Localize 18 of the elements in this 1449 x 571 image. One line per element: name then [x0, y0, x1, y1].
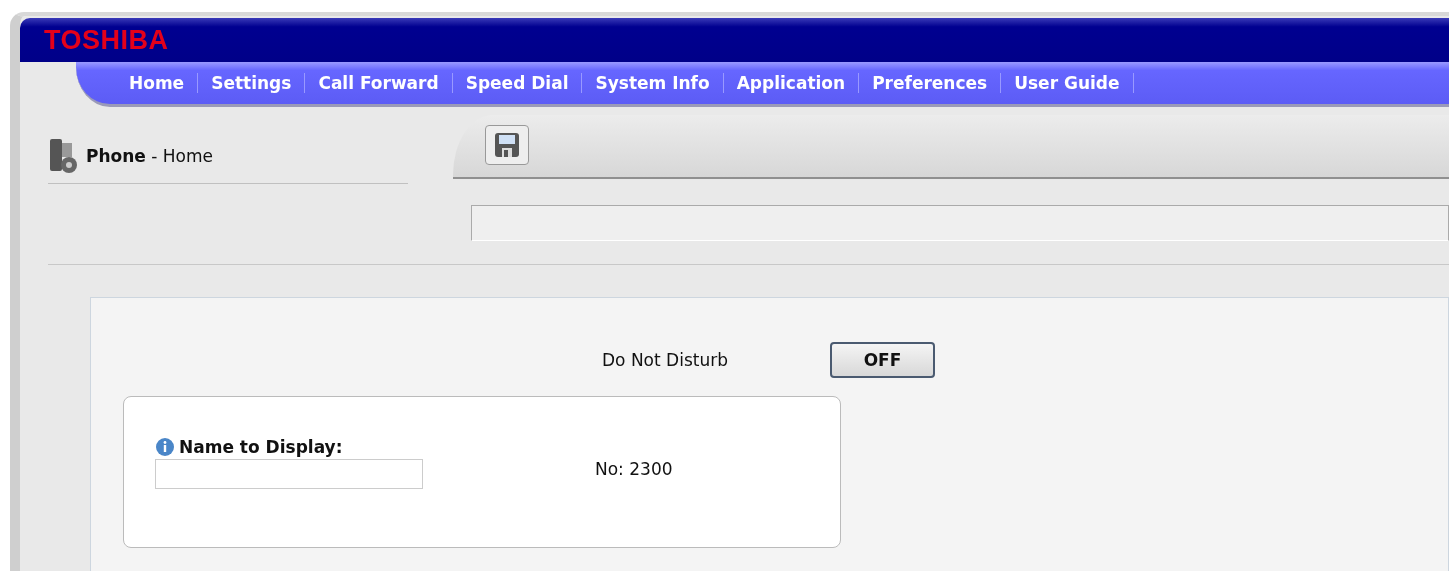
name-input-field[interactable] — [155, 459, 423, 489]
do-not-disturb-button[interactable]: OFF — [830, 342, 935, 378]
name-to-display-label: Name to Display: — [179, 437, 343, 457]
nav-link[interactable]: System Info — [582, 73, 724, 93]
phone-gear-icon — [48, 137, 80, 175]
info-icon — [155, 437, 175, 457]
nav-link[interactable]: Settings — [198, 73, 306, 93]
brand-logo: TOSHIBA — [44, 24, 169, 56]
do-not-disturb-label: Do Not Disturb — [602, 350, 729, 370]
nav-link[interactable]: User Guide — [1001, 73, 1134, 93]
extension-number: No: 2300 — [595, 458, 673, 481]
save-button[interactable] — [485, 125, 529, 165]
nav-link[interactable]: Home — [116, 73, 199, 93]
nav-link[interactable]: Application — [723, 73, 860, 93]
nav-link[interactable]: Preferences — [859, 73, 1002, 93]
nav-link[interactable]: Call Forward — [305, 73, 453, 93]
nav-link[interactable]: Speed Dial — [452, 73, 583, 93]
page-title: Phone - Home — [86, 146, 214, 166]
